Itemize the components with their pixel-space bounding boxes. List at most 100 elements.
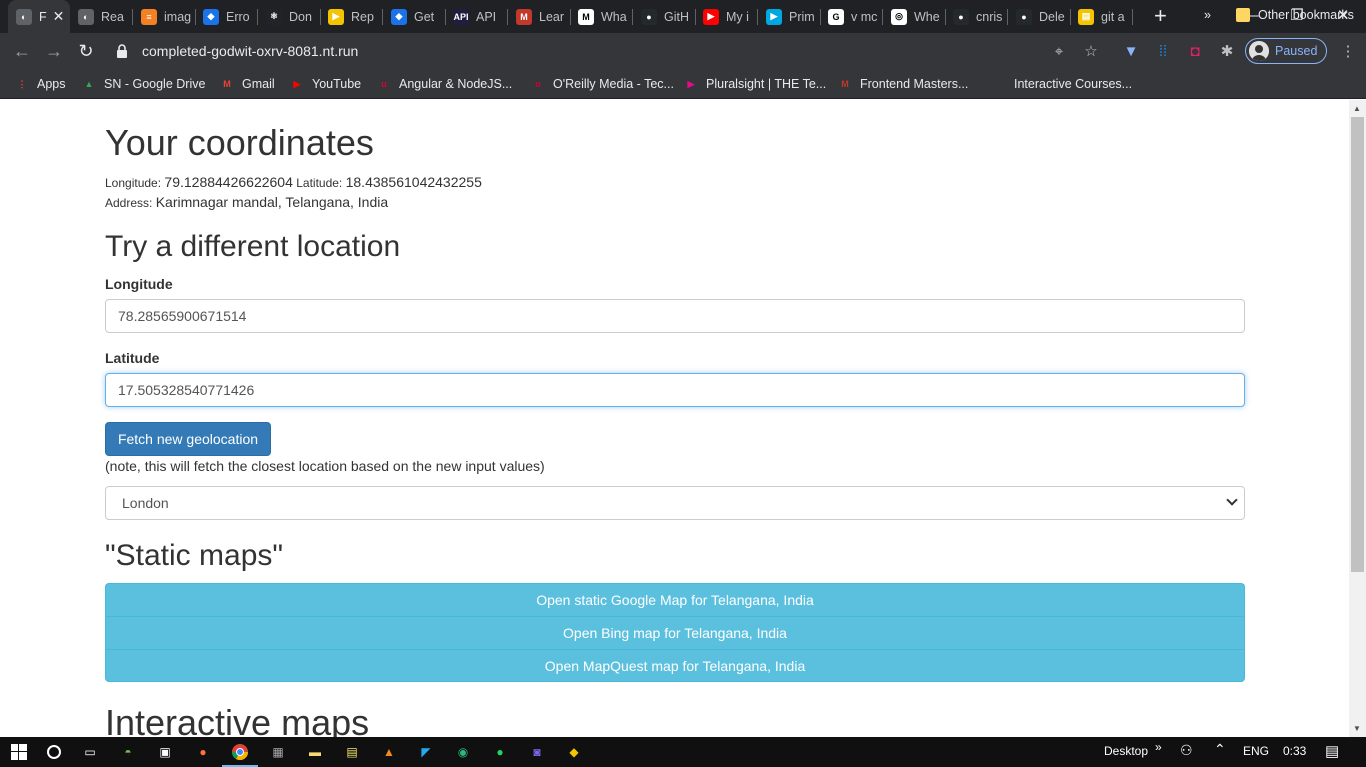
language-indicator[interactable]: ENG (1243, 744, 1269, 758)
browser-tab[interactable]: M Wha (570, 0, 633, 33)
bookmark-item[interactable]: u Angular & NodeJS... (377, 75, 512, 93)
tray-expand-icon[interactable]: ⌃ (1214, 741, 1226, 758)
tab-favicon-icon: ⚛ (266, 8, 282, 25)
google-map-link[interactable]: Open static Google Map for Telangana, In… (105, 583, 1245, 616)
puzzle-extensions-icon[interactable]: ✱ (1217, 41, 1237, 61)
city-select[interactable]: London (105, 486, 1245, 520)
mapquest-map-link[interactable]: Open MapQuest map for Telangana, India (105, 649, 1245, 682)
browser-tab[interactable]: Gv mc (820, 0, 883, 33)
spotify-icon[interactable]: ● (490, 742, 510, 762)
bars-extension-icon[interactable]: ⁞⁞ (1153, 41, 1173, 61)
tab-favicon-icon: ◆ (203, 8, 219, 25)
browser-tab[interactable]: ⚛ Don (258, 0, 321, 33)
frontend-masters-icon: M (841, 79, 849, 89)
tab-close-icon[interactable]: ✕ (53, 8, 65, 25)
tab-title: Lear (539, 9, 565, 24)
tab-title: Whe (914, 9, 940, 24)
vscode-icon[interactable]: ◤ (416, 742, 436, 762)
browser-tab[interactable]: ≡ imag (133, 0, 196, 33)
forward-arrow-icon[interactable]: → (41, 38, 67, 64)
bing-map-link[interactable]: Open Bing map for Telangana, India (105, 616, 1245, 649)
bookmark-item[interactable]: o O'Reilly Media - Tec... (531, 75, 674, 93)
browser-tab[interactable]: ◆ Erro (195, 0, 258, 33)
tab-favicon-icon: M (578, 8, 594, 25)
bookmark-label: O'Reilly Media - Tec... (553, 77, 674, 91)
scroll-up-arrow-icon[interactable]: ▲ (1353, 104, 1361, 113)
location-target-icon[interactable]: ⌖ (1049, 41, 1069, 61)
desktop-toolbar-label[interactable]: Desktop (1104, 744, 1148, 758)
notepad-icon[interactable]: ▤ (342, 742, 362, 762)
new-tab-button[interactable]: + (1154, 4, 1167, 28)
tab-favicon-icon: G (828, 8, 844, 25)
shield-extension-icon[interactable]: ▼ (1121, 41, 1141, 61)
toolbar-chevron-icon[interactable]: » (1155, 740, 1162, 754)
task-view-icon[interactable]: ▭ (80, 742, 100, 762)
windows-start-icon[interactable] (9, 742, 29, 762)
bookmark-label: Frontend Masters... (860, 77, 969, 91)
scrollbar-thumb[interactable] (1351, 117, 1364, 572)
bookmark-item[interactable]: M Gmail (220, 75, 274, 93)
bookmark-item[interactable]: M Frontend Masters... (838, 75, 968, 93)
bookmark-item[interactable]: ▶ Pluralsight | THE Te... (684, 75, 827, 93)
latitude-input[interactable] (105, 373, 1245, 407)
app-icon[interactable]: ◙ (527, 742, 547, 762)
browser-tab[interactable]: ◐ F ✕ (8, 0, 70, 33)
browser-tab[interactable]: ▶ Prim (758, 0, 821, 33)
browser-tab[interactable]: ▶ Rep (320, 0, 383, 33)
browser-tab[interactable]: M Lear (508, 0, 571, 33)
cortana-search-icon[interactable] (44, 742, 64, 762)
latitude-value: 18.438561042432255 (345, 174, 482, 190)
tab-title: GitH (664, 9, 689, 24)
tab-title: API (476, 9, 497, 24)
firefox-icon[interactable]: ● (193, 742, 213, 762)
tab-favicon-icon: ◐ (16, 8, 32, 25)
bookmark-label: Interactive Courses... (1014, 77, 1133, 91)
profile-button[interactable]: Paused (1245, 38, 1327, 64)
youtube-icon: ▶ (293, 78, 301, 89)
edge-icon[interactable]: ◉ (453, 742, 473, 762)
longitude-label: Longitude: (105, 176, 162, 190)
browser-tab[interactable]: ● GitH (633, 0, 696, 33)
vlc-icon[interactable]: ▲ (379, 742, 399, 762)
browser-tab[interactable]: ● cnris (945, 0, 1008, 33)
browser-tab[interactable]: ▤ git a (1070, 0, 1133, 33)
kebab-menu-icon[interactable]: ⋮ (1338, 41, 1358, 61)
other-bookmarks-folder[interactable]: Other bookmarks (1236, 6, 1354, 24)
record-extension-icon[interactable]: ◘ (1185, 41, 1205, 61)
browser-tab[interactable]: ◎ Whe (883, 0, 946, 33)
reload-icon[interactable]: ↻ (73, 38, 99, 64)
bookmark-item[interactable]: ▶ YouTube (290, 75, 362, 93)
git-app-icon[interactable]: ◆ (564, 742, 584, 762)
notifications-icon[interactable]: ▤ (1325, 742, 1339, 760)
android-studio-icon[interactable]: ◓ (118, 742, 138, 762)
tab-favicon-icon: ▤ (1078, 8, 1094, 25)
back-arrow-icon[interactable]: ← (9, 38, 35, 64)
terminal-app-icon[interactable]: ▦ (268, 742, 288, 762)
browser-tab[interactable]: ◐ Rea (70, 0, 133, 33)
bookmark-item[interactable]: >_ Interactive Courses... (992, 75, 1132, 93)
people-icon[interactable]: ⚇ (1180, 742, 1193, 759)
browser-tab[interactable]: ● Dele (1008, 0, 1071, 33)
address-bar[interactable]: completed-godwit-oxrv-8081.nt.run (108, 37, 1108, 65)
file-explorer-icon[interactable]: ▬ (305, 742, 325, 762)
scroll-down-arrow-icon[interactable]: ▼ (1353, 724, 1361, 733)
more-bookmarks-chevron-icon[interactable]: » (1204, 6, 1211, 24)
angular-icon: u (381, 79, 387, 89)
bookmark-star-icon[interactable]: ☆ (1081, 41, 1101, 61)
chrome-taskbar-icon[interactable] (222, 742, 258, 767)
tab-favicon-icon: ◆ (391, 8, 407, 25)
browser-tab[interactable]: API API (445, 0, 508, 33)
store-icon[interactable]: ▣ (155, 742, 175, 762)
bookmark-item[interactable]: ⋮ Apps (15, 75, 66, 93)
browser-tab[interactable]: ◆ Get (383, 0, 446, 33)
tab-favicon-icon: API (453, 8, 469, 25)
latitude-field-label: Latitude (105, 350, 160, 366)
longitude-input[interactable] (105, 299, 1245, 333)
page-scrollbar[interactable]: ▲ ▼ (1349, 100, 1366, 737)
section-title-interactive-maps: Interactive maps (105, 702, 370, 737)
latitude-label: Latitude: (296, 176, 343, 190)
browser-tab[interactable]: ▶ My i (695, 0, 758, 33)
bookmark-item[interactable]: ▲ SN - Google Drive (82, 75, 206, 93)
clock[interactable]: 0:33 (1283, 744, 1306, 758)
fetch-geolocation-button[interactable]: Fetch new geolocation (105, 422, 271, 456)
